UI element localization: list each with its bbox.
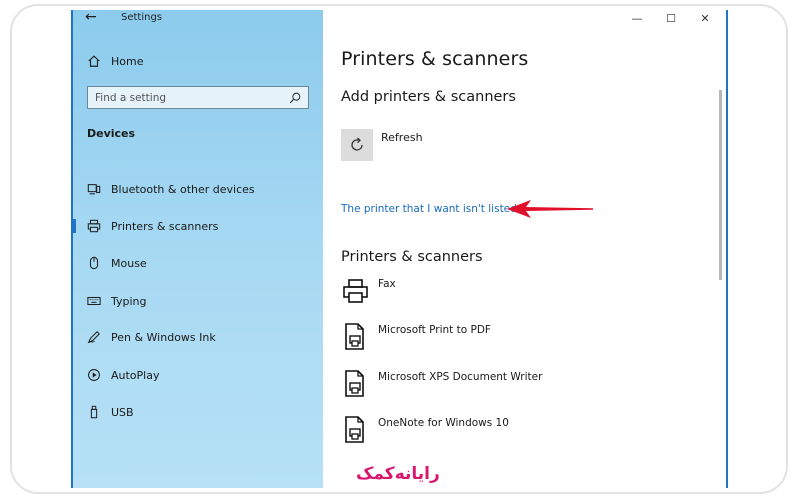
sidebar-item-mouse[interactable]: Mouse [73, 250, 323, 276]
close-icon[interactable]: ✕ [688, 10, 722, 26]
refresh-icon [351, 137, 363, 151]
printer-item-fax[interactable]: Fax [341, 276, 641, 310]
sidebar-item-label: USB [111, 405, 134, 419]
sidebar-item-label: Pen & Windows Ink [111, 330, 216, 344]
document-printer-icon [345, 416, 364, 443]
home-icon [87, 54, 101, 68]
bluetooth-devices-icon [87, 182, 101, 196]
sidebar-item-label: Bluetooth & other devices [111, 182, 255, 196]
sidebar-item-label: Home [111, 54, 144, 68]
sidebar-item-home[interactable]: Home [73, 48, 323, 74]
keyboard-icon [87, 294, 101, 308]
fax-printer-icon [343, 279, 368, 303]
pen-icon [87, 330, 101, 344]
red-pointer-arrow-icon [507, 200, 593, 218]
window-title: Settings [121, 12, 163, 23]
document-printer-icon [345, 370, 364, 397]
printer-name: Microsoft XPS Document Writer [378, 371, 543, 383]
printers-list-heading: Printers & scanners [341, 249, 483, 265]
maximize-icon[interactable]: ☐ [654, 10, 688, 26]
content-pane: — ☐ ✕ Printers & scanners Add printers &… [323, 10, 726, 488]
sidebar-item-printers[interactable]: Printers & scanners [73, 213, 323, 239]
printer-name: OneNote for Windows 10 [378, 417, 509, 429]
printer-name: Microsoft Print to PDF [378, 324, 491, 336]
window-controls: — ☐ ✕ [620, 10, 722, 28]
sidebar: ← Settings Home Devices Bluetooth & othe… [73, 10, 323, 488]
printer-icon [87, 219, 101, 233]
refresh-label: Refresh [381, 131, 423, 144]
minimize-icon[interactable]: — [620, 10, 654, 26]
usb-icon [87, 405, 101, 419]
printer-name: Fax [378, 278, 396, 290]
scrollbar[interactable] [719, 90, 722, 280]
sidebar-item-label: Printers & scanners [111, 219, 219, 233]
printer-item-pdf[interactable]: Microsoft Print to PDF [341, 322, 641, 356]
sidebar-item-label: Mouse [111, 256, 147, 270]
back-arrow-icon[interactable]: ← [85, 10, 97, 25]
section-label-devices: Devices [87, 127, 136, 140]
search-box [87, 86, 309, 109]
document-printer-icon [345, 323, 364, 350]
sidebar-item-bluetooth[interactable]: Bluetooth & other devices [73, 176, 323, 202]
sidebar-item-autoplay[interactable]: AutoPlay [73, 362, 323, 388]
titlebar: ← Settings [73, 10, 323, 30]
sidebar-item-label: AutoPlay [111, 368, 160, 382]
mouse-icon [87, 256, 101, 270]
sidebar-item-pen[interactable]: Pen & Windows Ink [73, 324, 323, 350]
page-title: Printers & scanners [341, 48, 529, 70]
printer-item-xps[interactable]: Microsoft XPS Document Writer [341, 369, 641, 403]
search-input[interactable] [88, 90, 288, 105]
search-icon[interactable] [288, 91, 302, 105]
sidebar-item-usb[interactable]: USB [73, 399, 323, 425]
brand-watermark: رایانه‌کمک [356, 464, 440, 484]
printer-item-onenote[interactable]: OneNote for Windows 10 [341, 415, 641, 449]
add-printers-heading: Add printers & scanners [341, 89, 516, 105]
sidebar-item-typing[interactable]: Typing [73, 288, 323, 314]
sidebar-item-label: Typing [111, 294, 147, 308]
autoplay-icon [87, 368, 101, 382]
printer-not-listed-link[interactable]: The printer that I want isn't listed [341, 203, 517, 215]
settings-window: ← Settings Home Devices Bluetooth & othe… [71, 10, 728, 488]
refresh-button[interactable] [341, 129, 373, 161]
